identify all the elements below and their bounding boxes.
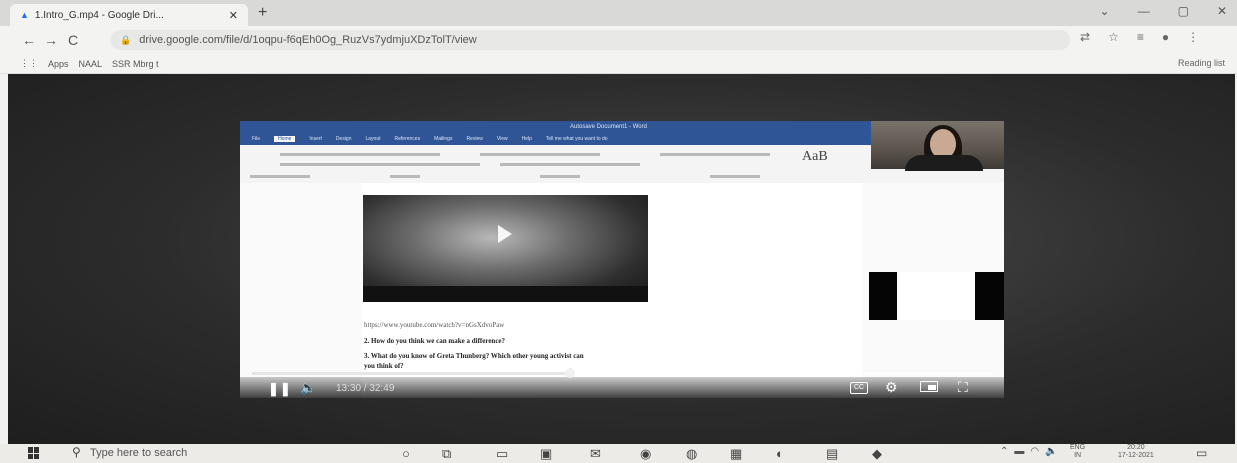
- bookmark-star-icon[interactable]: ☆: [1108, 30, 1119, 44]
- notification-icon[interactable]: ▭: [1196, 446, 1207, 460]
- chrome-icon[interactable]: ◉: [640, 446, 651, 462]
- mail-icon[interactable]: ✉: [590, 446, 601, 462]
- apps-grid-icon[interactable]: ⋮⋮: [20, 58, 38, 69]
- wifi-icon[interactable]: ◠: [1030, 446, 1039, 457]
- system-tray: ⌃ ▬ ◠ 🔈: [1000, 446, 1058, 457]
- youtube-link: https://www.youtube.com/watch?v=nGsXdvoP…: [364, 321, 505, 329]
- fullscreen-icon[interactable]: ⛶: [958, 379, 968, 396]
- toolbar-actions: ⇄ ☆ ≡ ● ⋮: [1080, 30, 1199, 44]
- reading-list-icon[interactable]: ≡: [1137, 30, 1144, 44]
- close-tab-icon[interactable]: ✕: [229, 9, 238, 22]
- bookmark-apps[interactable]: Apps: [48, 59, 69, 69]
- word-title: Autosave Document1 - Word: [570, 124, 647, 130]
- speaker-icon[interactable]: 🔈: [1045, 446, 1057, 457]
- language-line2: IN: [1074, 452, 1082, 459]
- lock-icon: 🔒: [120, 34, 132, 45]
- ribbon-tab-home: Home: [274, 136, 296, 142]
- reload-button[interactable]: C: [62, 32, 84, 48]
- start-button[interactable]: [28, 447, 40, 459]
- tab-search-icon[interactable]: ⌄: [1100, 4, 1110, 18]
- app-icon[interactable]: ◆: [872, 446, 882, 462]
- bookmark-naal[interactable]: NAAL: [79, 59, 103, 69]
- ribbon-tab-review: Review: [466, 136, 483, 142]
- tab-title: 1.Intro_G.mp4 - Google Dri...: [34, 9, 164, 21]
- new-tab-button[interactable]: +: [258, 4, 267, 22]
- edge-icon[interactable]: ◍: [686, 446, 697, 462]
- white-block: [899, 272, 975, 320]
- menu-kebab-icon[interactable]: ⋮: [1187, 30, 1199, 44]
- store-icon[interactable]: ▣: [540, 446, 552, 462]
- translate-icon[interactable]: ⇄: [1080, 30, 1090, 44]
- minimize-button[interactable]: —: [1138, 4, 1150, 18]
- file-explorer-icon[interactable]: ▭: [496, 446, 508, 462]
- video-player[interactable]: Autosave Document1 - Word File Home Inse…: [240, 121, 1004, 398]
- presenter-shoulders: [905, 155, 983, 171]
- taskbar-search[interactable]: Type here to search: [90, 447, 187, 459]
- forward-button[interactable]: →: [40, 32, 62, 48]
- photos-icon[interactable]: ▤: [826, 446, 838, 462]
- language-indicator[interactable]: ENG IN: [1070, 444, 1085, 460]
- clock[interactable]: 20:20 17-12-2021: [1118, 444, 1154, 460]
- time-display: 13:30 / 32:49: [336, 383, 395, 394]
- question-3-line2: you think of?: [364, 362, 404, 370]
- ribbon-tab-insert: Insert: [309, 136, 322, 142]
- battery-icon[interactable]: ▬: [1014, 446, 1024, 457]
- tray-chevron-icon[interactable]: ⌃: [1000, 446, 1008, 457]
- volume-icon[interactable]: 🔈: [300, 380, 316, 396]
- captions-button[interactable]: CC: [850, 382, 868, 394]
- settings-gear-icon[interactable]: ⚙: [885, 379, 898, 396]
- ribbon-tab-layout: Layout: [365, 136, 381, 142]
- task-view-icon[interactable]: ⧉: [442, 446, 451, 462]
- miniplayer-icon[interactable]: [920, 381, 938, 392]
- style-sample: AaB: [802, 149, 828, 164]
- back-button[interactable]: ←: [18, 32, 40, 48]
- tell-me-box: Tell me what you want to do: [545, 136, 608, 142]
- question-3-line1: 3. What do you know of Greta Thunberg? W…: [364, 352, 584, 360]
- ribbon-tab-view: View: [496, 136, 508, 142]
- document-text: https://www.youtube.com/watch?v=nGsXdvoP…: [364, 320, 834, 371]
- profile-avatar-icon[interactable]: ●: [1162, 30, 1169, 44]
- clock-time: 20:20: [1127, 444, 1145, 451]
- ribbon-tab-design: Design: [335, 136, 352, 142]
- embedded-video-bar: [363, 286, 648, 302]
- drive-favicon-icon: ▲: [20, 10, 29, 20]
- maximize-button[interactable]: ▢: [1178, 4, 1189, 18]
- embedded-play-icon: [498, 225, 512, 243]
- progress-fill: [252, 372, 571, 375]
- language-line1: ENG: [1070, 444, 1086, 451]
- url-text: drive.google.com/file/d/1oqpu-f6qEh0Og_R…: [139, 34, 477, 46]
- address-bar[interactable]: 🔒 drive.google.com/file/d/1oqpu-f6qEh0Og…: [110, 30, 1070, 50]
- black-block-left: [869, 272, 897, 320]
- clock-date: 17-12-2021: [1118, 452, 1154, 459]
- browser-tab[interactable]: ▲ 1.Intro_G.mp4 - Google Dri... ✕: [10, 4, 248, 26]
- reading-list-button[interactable]: Reading list: [1178, 58, 1225, 68]
- ribbon-tab-references: References: [394, 136, 421, 142]
- settings-icon[interactable]: ▦: [730, 446, 742, 462]
- close-window-button[interactable]: ✕: [1217, 4, 1227, 18]
- pause-button[interactable]: ❚❚: [268, 381, 292, 397]
- cortana-icon[interactable]: ○: [402, 446, 410, 461]
- ribbon-tab-mailings: Mailings: [434, 136, 453, 142]
- search-icon[interactable]: ⚲: [72, 445, 81, 459]
- word-icon[interactable]: ◐: [776, 446, 784, 461]
- question-2: 2. How do you think we can make a differ…: [364, 337, 506, 345]
- window-controls: ⌄ — ▢ ✕: [1100, 4, 1227, 18]
- black-block-right: [975, 272, 1004, 320]
- ribbon-tab-help: Help: [521, 136, 532, 142]
- bookmark-ssr[interactable]: SSR Mbrg t: [112, 59, 159, 69]
- bookmarks-bar: ⋮⋮ Apps NAAL SSR Mbrg t: [0, 54, 1237, 74]
- ribbon-tab-file: File: [252, 136, 261, 142]
